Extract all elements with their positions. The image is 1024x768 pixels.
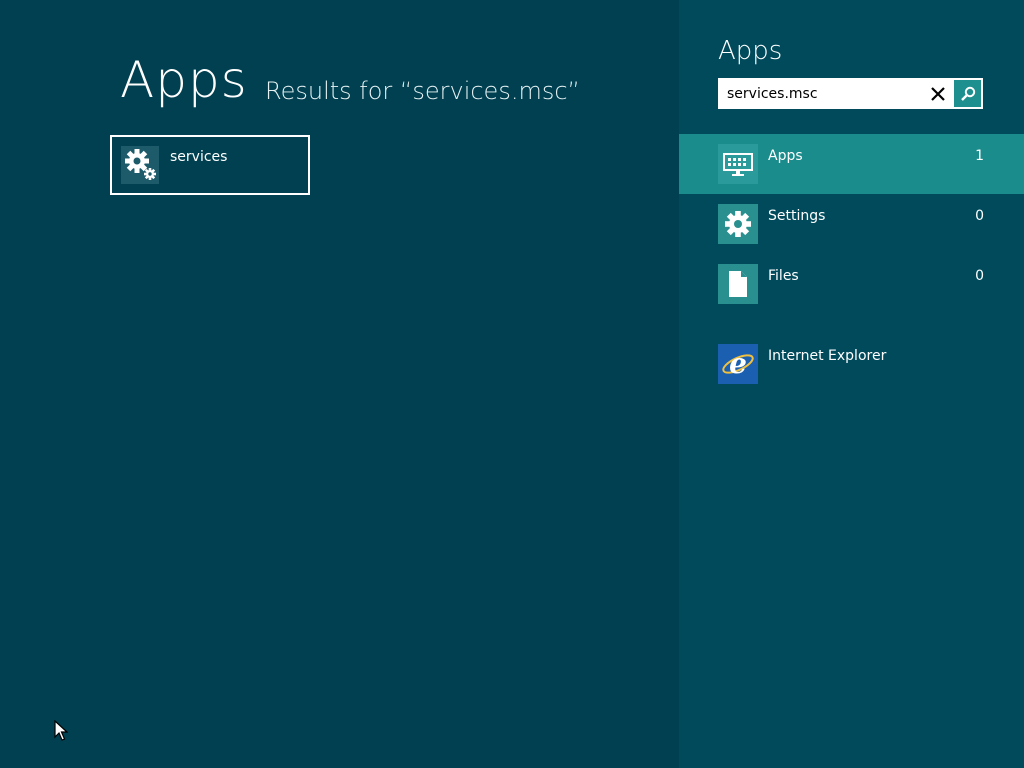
keyboard-icon <box>718 144 758 184</box>
clear-search-button[interactable] <box>923 78 953 109</box>
mouse-cursor-icon <box>54 720 68 741</box>
pane-item-count: 0 <box>975 268 984 284</box>
pane-item-label: Settings <box>768 208 826 224</box>
pane-item-label: Internet Explorer <box>768 348 887 364</box>
pane-item-count: 0 <box>975 208 984 224</box>
results-subtitle: Results for “services.msc” <box>265 77 580 105</box>
result-label: services <box>170 149 228 165</box>
pane-title: Apps <box>718 36 783 66</box>
pane-item-count: 1 <box>975 148 984 164</box>
search-box <box>718 78 983 109</box>
search-input[interactable] <box>718 78 918 109</box>
pane-item-label: Apps <box>768 148 803 164</box>
pane-item-apps[interactable]: Apps 1 <box>679 134 1024 194</box>
gears-icon <box>121 146 159 184</box>
pane-item-internet-explorer[interactable]: e Internet Explorer <box>679 334 1024 394</box>
internet-explorer-icon: e <box>718 344 758 384</box>
page-title: Apps <box>120 51 248 109</box>
pane-item-label: Files <box>768 268 799 284</box>
file-icon <box>718 264 758 304</box>
pane-item-settings[interactable]: Settings 0 <box>679 194 1024 254</box>
close-icon <box>931 86 945 101</box>
result-tile-services[interactable]: services <box>110 135 310 195</box>
gear-icon <box>718 204 758 244</box>
search-pane: Apps services.msc Apps 1 Settings 0 File… <box>679 0 1024 768</box>
svg-text:e: e <box>729 347 747 380</box>
search-results-area: Apps Results for “services.msc” services <box>0 0 679 768</box>
search-button[interactable] <box>954 80 981 107</box>
pane-item-files[interactable]: Files 0 <box>679 254 1024 314</box>
search-icon <box>960 86 975 101</box>
